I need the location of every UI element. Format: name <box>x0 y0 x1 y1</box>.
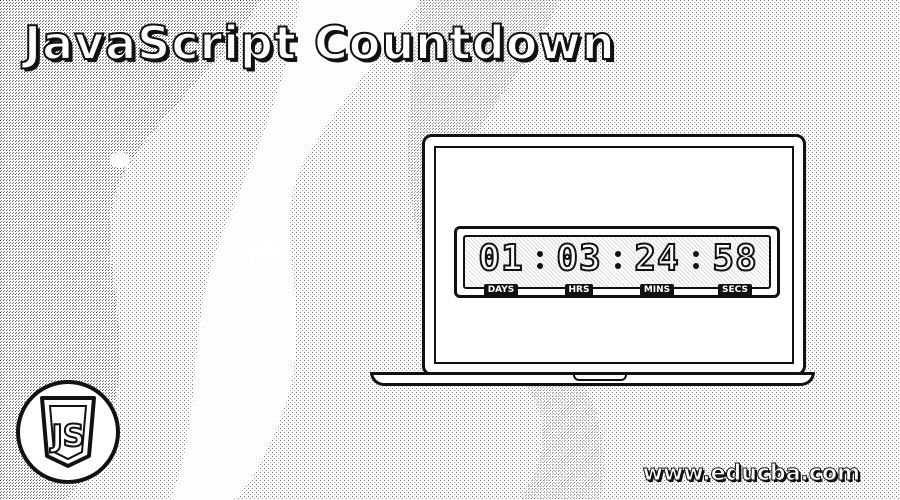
laptop-screen: 01 DAYS 03 HRS 24 MINS 58 SECS <box>422 134 806 376</box>
countdown-timer: 01 DAYS 03 HRS 24 MINS 58 SECS <box>454 226 780 298</box>
separator-colon <box>613 247 623 273</box>
site-watermark: www.educba.com <box>642 461 860 487</box>
countdown-days: 01 DAYS <box>469 238 533 296</box>
minutes-value: 24 <box>633 238 680 279</box>
countdown-panel: 01 DAYS 03 HRS 24 MINS 58 SECS <box>463 235 771 296</box>
minutes-label: MINS <box>639 284 675 296</box>
days-label: DAYS <box>483 284 519 296</box>
js-logo-text: JS <box>50 419 85 454</box>
days-value: 01 <box>477 238 524 279</box>
laptop-illustration: 01 DAYS 03 HRS 24 MINS 58 SECS <box>370 134 815 392</box>
separator-colon <box>691 247 701 273</box>
laptop-display: 01 DAYS 03 HRS 24 MINS 58 SECS <box>434 146 794 364</box>
seconds-value: 58 <box>711 238 758 279</box>
hours-label: HRS <box>564 284 594 296</box>
separator-colon <box>535 247 545 273</box>
laptop-notch <box>573 375 627 381</box>
page-title: JavaScript Countdown <box>23 16 616 70</box>
countdown-seconds: 58 SECS <box>703 238 767 296</box>
hours-value: 03 <box>555 238 602 279</box>
countdown-hours: 03 HRS <box>547 238 611 296</box>
banner-canvas: JavaScript Countdown 01 DAYS 03 HRS 24 M… <box>0 0 900 500</box>
laptop-base <box>370 372 815 386</box>
countdown-minutes: 24 MINS <box>625 238 689 296</box>
js-shield-icon: JS <box>16 380 120 484</box>
seconds-label: SECS <box>718 284 752 296</box>
